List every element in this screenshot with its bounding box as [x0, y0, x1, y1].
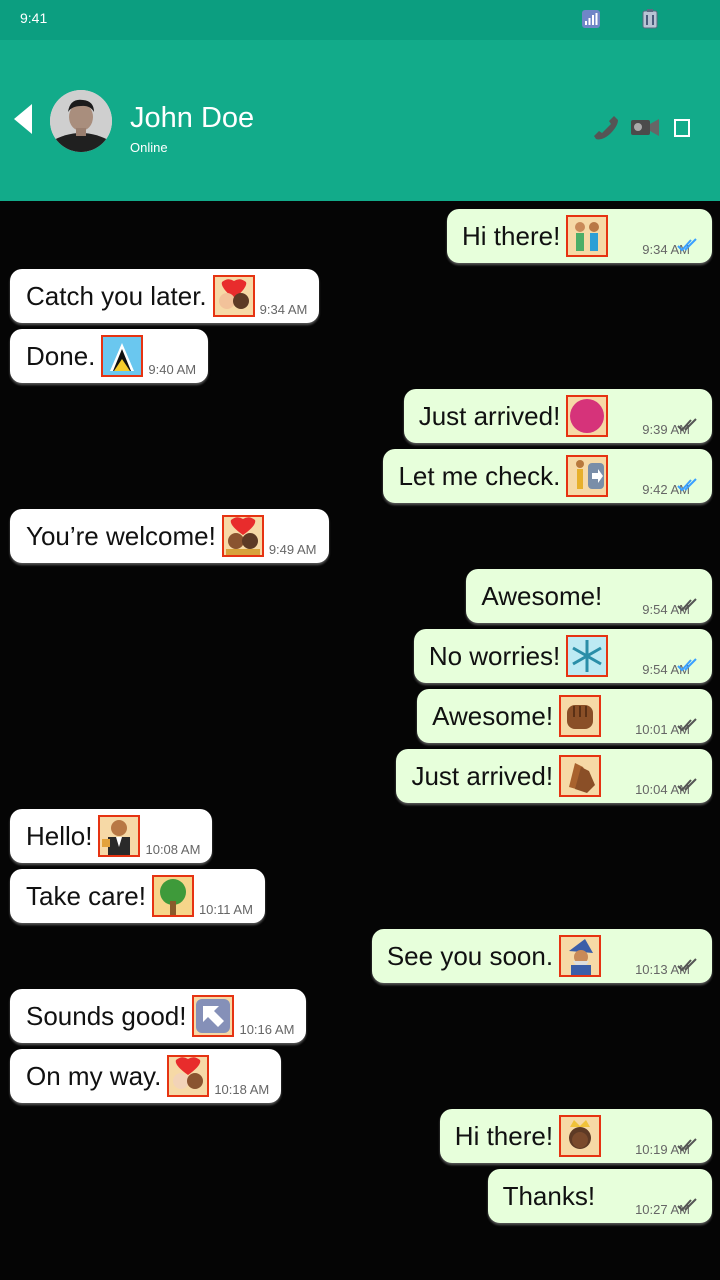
- incoming-message[interactable]: Sounds good! 10:16 AM: [10, 989, 307, 1043]
- flag-saint-lucia-icon: [101, 335, 144, 377]
- incoming-message[interactable]: You’re welcome! 9:49 AM: [10, 509, 329, 563]
- oncoming-fist-icon: [559, 695, 602, 737]
- up-left-arrow-icon: [192, 995, 235, 1037]
- contact-status: Online: [130, 140, 168, 155]
- outgoing-message[interactable]: Just arrived! 10:04 AM: [396, 749, 712, 803]
- message-text: Just arrived!: [411, 761, 554, 791]
- message-text: Hi there!: [454, 1121, 554, 1151]
- outgoing-message[interactable]: Thanks! 10:27 AM: [487, 1169, 712, 1223]
- back-arrow-icon[interactable]: [14, 104, 32, 134]
- message-text: You’re welcome!: [26, 521, 216, 551]
- deciduous-tree-icon: [151, 875, 194, 917]
- couple-holding-hands-icon: [566, 215, 609, 257]
- incoming-message[interactable]: Hello! 10:08 AM: [10, 809, 213, 863]
- read-receipt-icon: [677, 478, 697, 492]
- signal-icon: [582, 10, 600, 28]
- message-text: Hello!: [26, 821, 93, 851]
- message-time: 9:34 AM: [259, 302, 308, 317]
- contact-name[interactable]: John Doe: [130, 100, 254, 136]
- princess-icon: [559, 1115, 602, 1157]
- sent-receipt-icon: [677, 598, 697, 612]
- outgoing-message[interactable]: Awesome! 9:54 AM: [466, 569, 712, 623]
- read-receipt-icon: [677, 658, 697, 672]
- message-text: Let me check.: [398, 461, 561, 491]
- message-text: Sounds good!: [26, 1001, 187, 1031]
- message-list[interactable]: Hi there! 9:34 AM Catch you later. 9:34 AM D…: [0, 201, 720, 1280]
- sent-receipt-icon: [677, 958, 697, 972]
- message-time: 9:40 AM: [148, 362, 197, 377]
- message-time: 9:49 AM: [268, 542, 317, 557]
- chat-header: John Doe Online: [0, 40, 720, 201]
- kiss-couple-icon: [221, 515, 264, 557]
- snowflake-icon: [566, 635, 609, 677]
- status-time: 9:41: [20, 10, 48, 26]
- message-text: Awesome!: [432, 701, 554, 731]
- incoming-message[interactable]: Done. 9:40 AM: [10, 329, 209, 383]
- mage-icon: [559, 935, 602, 977]
- message-time: 10:11 AM: [198, 902, 253, 917]
- outgoing-message[interactable]: Awesome! 10:01 AM: [417, 689, 712, 743]
- message-time: 10:18 AM: [214, 1082, 270, 1097]
- outgoing-message[interactable]: Hi there! 9:34 AM: [447, 209, 712, 263]
- sent-receipt-icon: [677, 718, 697, 732]
- sent-receipt-icon: [677, 778, 697, 792]
- message-text: On my way.: [26, 1061, 162, 1091]
- person-walking-right-icon: [566, 455, 609, 497]
- sent-receipt-icon: [677, 1198, 697, 1212]
- message-text: No worries!: [428, 641, 561, 671]
- message-time: 10:08 AM: [145, 842, 201, 857]
- outgoing-message[interactable]: Just arrived! 9:39 AM: [403, 389, 712, 443]
- message-text: See you soon.: [386, 941, 554, 971]
- outgoing-message[interactable]: No worries! 9:54 AM: [413, 629, 712, 683]
- message-time: 10:16 AM: [239, 1022, 295, 1037]
- status-bar: 9:41: [0, 0, 720, 40]
- incoming-message[interactable]: Catch you later. 9:34 AM: [10, 269, 320, 323]
- avatar[interactable]: [50, 90, 112, 152]
- message-text: Done.: [26, 341, 96, 371]
- battery-icon: [642, 9, 658, 29]
- sent-receipt-icon: [677, 418, 697, 432]
- menu-icon[interactable]: [674, 119, 690, 137]
- clapping-hands-icon: [559, 755, 602, 797]
- message-text: Take care!: [26, 881, 146, 911]
- video-camera-icon[interactable]: [630, 112, 660, 142]
- outgoing-message[interactable]: Let me check. 9:42 AM: [383, 449, 712, 503]
- read-receipt-icon: [677, 238, 697, 252]
- message-text: Hi there!: [462, 221, 561, 251]
- man-in-tuxedo-icon: [98, 815, 141, 857]
- message-text: Thanks!: [502, 1181, 596, 1211]
- message-text: Just arrived!: [418, 401, 561, 431]
- message-text: Catch you later.: [26, 281, 207, 311]
- phone-icon[interactable]: [590, 112, 620, 142]
- couple-with-heart-icon: [212, 275, 255, 317]
- incoming-message[interactable]: Take care! 10:11 AM: [10, 869, 265, 923]
- red-circle-icon: [566, 395, 609, 437]
- outgoing-message[interactable]: See you soon. 10:13 AM: [371, 929, 712, 983]
- message-text: Awesome!: [481, 581, 603, 611]
- sent-receipt-icon: [677, 1138, 697, 1152]
- couple-with-heart-men-icon: [167, 1055, 210, 1097]
- outgoing-message[interactable]: Hi there! 10:19 AM: [439, 1109, 712, 1163]
- incoming-message[interactable]: On my way. 10:18 AM: [10, 1049, 282, 1103]
